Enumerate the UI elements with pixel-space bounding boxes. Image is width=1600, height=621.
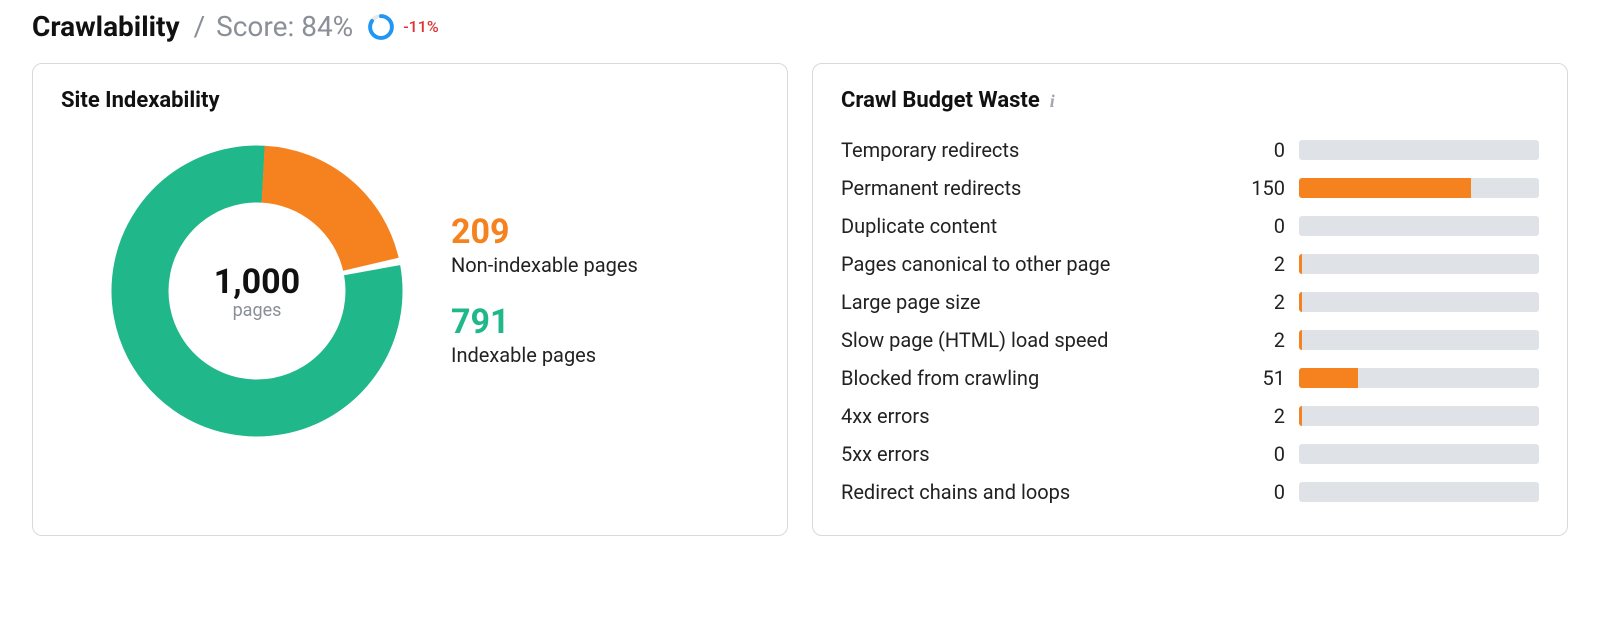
waste-row[interactable]: Large page size 2 xyxy=(841,283,1539,321)
crawl-budget-waste-title: Crawl Budget Waste xyxy=(841,88,1040,113)
waste-row[interactable]: Temporary redirects 0 xyxy=(841,131,1539,169)
waste-bar xyxy=(1299,178,1539,198)
score-word: Score: xyxy=(216,10,294,43)
score-slash: / xyxy=(194,10,206,43)
waste-bar-fill xyxy=(1299,178,1471,198)
donut-center: 1,000 pages xyxy=(107,141,407,441)
waste-value: 0 xyxy=(1235,138,1285,162)
site-indexability-title: Site Indexability xyxy=(61,88,759,113)
score-value: 84% xyxy=(301,10,353,43)
crawl-budget-waste-list: Temporary redirects 0 Permanent redirects 1… xyxy=(841,131,1539,511)
waste-label: Temporary redirects xyxy=(841,138,1221,162)
waste-row[interactable]: Redirect chains and loops 0 xyxy=(841,473,1539,511)
crawl-budget-waste-card: Crawl Budget Waste i Temporary redirects… xyxy=(812,63,1568,536)
cards-row: Site Indexability 1,000 pages 209 Non-in… xyxy=(32,63,1568,536)
waste-value: 0 xyxy=(1235,214,1285,238)
waste-label: 5xx errors xyxy=(841,442,1221,466)
waste-row[interactable]: 4xx errors 2 xyxy=(841,397,1539,435)
waste-bar-fill xyxy=(1299,292,1302,312)
waste-bar xyxy=(1299,406,1539,426)
score-donut-icon xyxy=(367,13,395,41)
waste-label: Blocked from crawling xyxy=(841,366,1221,390)
waste-row[interactable]: Pages canonical to other page 2 xyxy=(841,245,1539,283)
donut-total: 1,000 xyxy=(214,262,300,302)
waste-bar-fill xyxy=(1299,330,1302,350)
legend-non-indexable[interactable]: 209 Non-indexable pages xyxy=(451,215,638,277)
score-label: / Score: 84% xyxy=(194,10,354,43)
waste-bar xyxy=(1299,444,1539,464)
waste-label: Permanent redirects xyxy=(841,176,1221,200)
info-icon[interactable]: i xyxy=(1050,92,1055,110)
waste-label: Slow page (HTML) load speed xyxy=(841,328,1221,352)
waste-value: 2 xyxy=(1235,404,1285,428)
site-indexability-body: 1,000 pages 209 Non-indexable pages 791 … xyxy=(61,131,759,451)
waste-value: 0 xyxy=(1235,442,1285,466)
crawl-budget-waste-title-row: Crawl Budget Waste i xyxy=(841,88,1539,113)
indexability-donut: 1,000 pages xyxy=(107,141,407,441)
waste-bar xyxy=(1299,216,1539,236)
page-title: Crawlability xyxy=(32,10,180,43)
indexable-label: Indexable pages xyxy=(451,343,638,367)
waste-label: Pages canonical to other page xyxy=(841,252,1221,276)
waste-row[interactable]: 5xx errors 0 xyxy=(841,435,1539,473)
waste-row[interactable]: Permanent redirects 150 xyxy=(841,169,1539,207)
waste-bar-fill xyxy=(1299,406,1302,426)
waste-label: 4xx errors xyxy=(841,404,1221,428)
site-indexability-card: Site Indexability 1,000 pages 209 Non-in… xyxy=(32,63,788,536)
waste-value: 2 xyxy=(1235,290,1285,314)
waste-value: 150 xyxy=(1235,176,1285,200)
donut-total-label: pages xyxy=(233,300,282,321)
waste-bar xyxy=(1299,140,1539,160)
legend-indexable[interactable]: 791 Indexable pages xyxy=(451,305,638,367)
waste-bar-fill xyxy=(1299,368,1358,388)
page-header: Crawlability / Score: 84% -11% xyxy=(32,10,1568,43)
waste-value: 51 xyxy=(1235,366,1285,390)
non-indexable-value: 209 xyxy=(451,215,638,249)
score-delta: -11% xyxy=(403,17,438,36)
indexability-legend: 209 Non-indexable pages 791 Indexable pa… xyxy=(451,215,638,367)
waste-row[interactable]: Slow page (HTML) load speed 2 xyxy=(841,321,1539,359)
indexable-value: 791 xyxy=(451,305,638,339)
non-indexable-label: Non-indexable pages xyxy=(451,253,638,277)
waste-bar xyxy=(1299,482,1539,502)
waste-label: Large page size xyxy=(841,290,1221,314)
waste-value: 0 xyxy=(1235,480,1285,504)
waste-bar xyxy=(1299,330,1539,350)
waste-value: 2 xyxy=(1235,328,1285,352)
waste-bar xyxy=(1299,368,1539,388)
waste-bar-fill xyxy=(1299,254,1302,274)
waste-label: Duplicate content xyxy=(841,214,1221,238)
waste-row[interactable]: Blocked from crawling 51 xyxy=(841,359,1539,397)
waste-bar xyxy=(1299,292,1539,312)
waste-bar xyxy=(1299,254,1539,274)
waste-row[interactable]: Duplicate content 0 xyxy=(841,207,1539,245)
waste-label: Redirect chains and loops xyxy=(841,480,1221,504)
waste-value: 2 xyxy=(1235,252,1285,276)
